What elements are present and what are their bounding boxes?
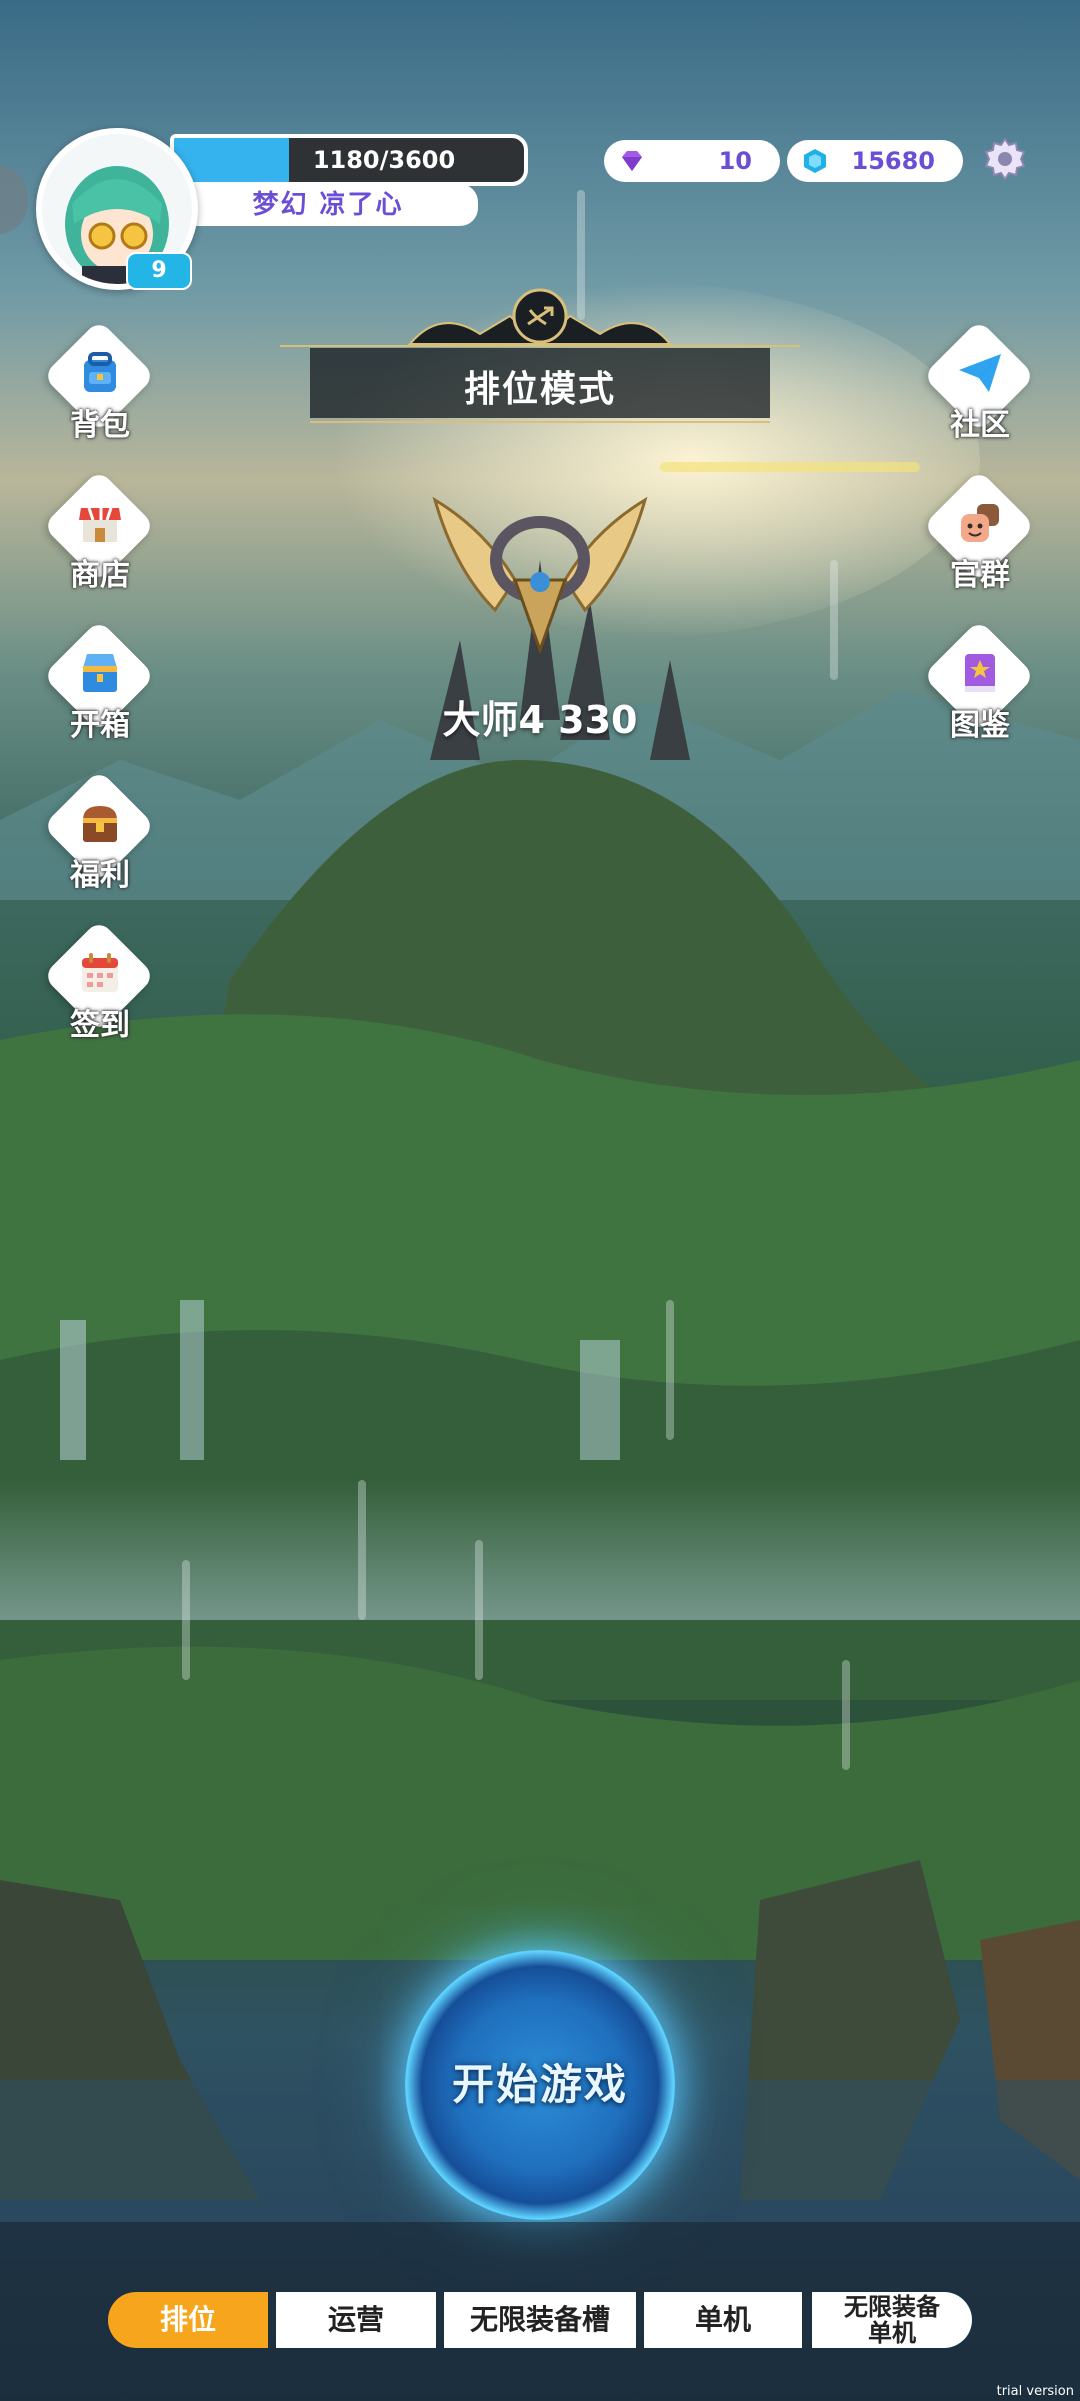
experience-text: 1180/3600 bbox=[312, 146, 456, 174]
menu-community[interactable]: 社区 bbox=[922, 319, 1036, 450]
treasure-chest-icon bbox=[83, 806, 117, 842]
experience-bar: 1180/3600 bbox=[170, 134, 528, 186]
rank-label: 大师4 330 bbox=[442, 698, 638, 742]
trial-watermark: trial version bbox=[996, 2384, 1074, 2399]
chest-open-icon bbox=[83, 654, 117, 692]
menu-sign-in-label: 签到 bbox=[70, 1008, 130, 1043]
menu-community-label: 社区 bbox=[950, 408, 1010, 443]
menu-codex[interactable]: 图鉴 bbox=[922, 619, 1036, 750]
gem-counter[interactable]: 15680 bbox=[787, 140, 963, 182]
menu-official-group-label: 官群 bbox=[950, 558, 1010, 593]
menu-open-box-label: 开箱 bbox=[70, 708, 130, 743]
diamond-count: 10 bbox=[718, 147, 752, 175]
shop-icon bbox=[79, 507, 121, 542]
purple-diamond-icon bbox=[622, 151, 642, 171]
menu-shop[interactable]: 商店 bbox=[42, 469, 156, 600]
start-game-button[interactable]: 开始游戏 bbox=[405, 1950, 675, 2220]
menu-sign-in[interactable]: 签到 bbox=[42, 919, 156, 1050]
side-tab-icon[interactable] bbox=[0, 160, 30, 240]
menu-official-group[interactable]: 官群 bbox=[922, 469, 1036, 600]
level-badge: 9 bbox=[126, 252, 192, 290]
player-name: 梦幻 凉了心 bbox=[178, 184, 478, 226]
tab-infinite-slots[interactable]: 无限装备槽 bbox=[444, 2292, 636, 2348]
menu-shop-label: 商店 bbox=[70, 558, 130, 593]
diamond-counter[interactable]: 10 bbox=[604, 140, 780, 182]
group-faces-icon bbox=[961, 504, 999, 542]
book-star-icon bbox=[965, 654, 995, 692]
start-game-label: 开始游戏 bbox=[451, 2060, 628, 2109]
menu-open-box[interactable]: 开箱 bbox=[42, 619, 156, 750]
calendar-icon bbox=[82, 953, 118, 992]
mode-title: 排位模式 bbox=[463, 369, 616, 410]
menu-codex-label: 图鉴 bbox=[950, 708, 1010, 743]
blue-hexagon-gem-icon bbox=[804, 149, 826, 173]
gear-icon[interactable] bbox=[982, 136, 1028, 182]
menu-backpack-label: 背包 bbox=[70, 408, 130, 443]
tab-infinite-single-player[interactable]: 无限装备 单机 bbox=[812, 2292, 972, 2348]
paper-plane-icon bbox=[959, 354, 1001, 392]
gem-count: 15680 bbox=[851, 147, 936, 175]
rank-emblem-icon bbox=[432, 496, 648, 655]
tab-single-player[interactable]: 单机 bbox=[644, 2292, 802, 2348]
backpack-icon bbox=[84, 352, 116, 392]
tab-operations[interactable]: 运营 bbox=[276, 2292, 436, 2348]
tab-ranked[interactable]: 排位 bbox=[108, 2292, 268, 2348]
menu-welfare[interactable]: 福利 bbox=[42, 769, 156, 900]
menu-backpack[interactable]: 背包 bbox=[42, 319, 156, 450]
menu-welfare-label: 福利 bbox=[70, 858, 130, 893]
